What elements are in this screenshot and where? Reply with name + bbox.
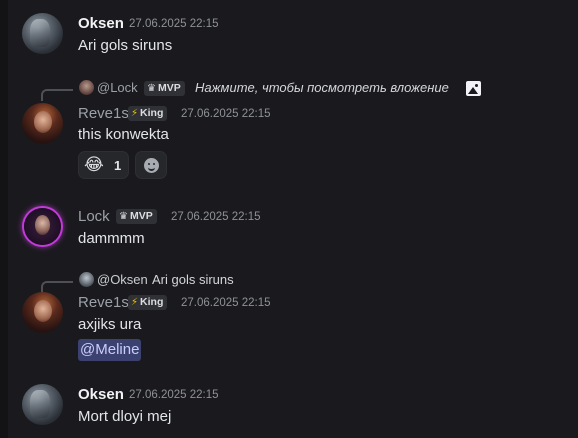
- avatar[interactable]: [24, 208, 61, 245]
- avatar[interactable]: [22, 13, 63, 54]
- image-icon[interactable]: [466, 81, 481, 96]
- lightning-icon: ⚡: [131, 297, 139, 308]
- message-text: Ari gols siruns: [78, 37, 173, 54]
- username[interactable]: Oksen: [78, 15, 124, 32]
- add-reaction-button[interactable]: [135, 151, 167, 179]
- reply-author[interactable]: @Oksen: [97, 272, 148, 287]
- reply-avatar: [79, 272, 94, 287]
- smile-icon: [144, 158, 159, 173]
- reaction-count: 1: [114, 158, 122, 173]
- avatar[interactable]: [22, 384, 63, 425]
- avatar[interactable]: [22, 103, 63, 144]
- username[interactable]: Reve1s: [78, 105, 129, 122]
- reply-connector: [41, 281, 73, 293]
- role-badge-king: ⚡ King: [128, 295, 168, 310]
- username[interactable]: Oksen: [78, 386, 124, 403]
- reaction-laughing[interactable]: 😂 1: [78, 151, 129, 179]
- message-text: dammmm: [78, 230, 145, 247]
- username[interactable]: Reve1s: [78, 294, 129, 311]
- timestamp: 27.06.2025 22:15: [129, 389, 219, 401]
- message-text: axjiks ura: [78, 316, 142, 333]
- left-edge-strip: [0, 0, 8, 438]
- crown-icon: ♛: [147, 83, 156, 94]
- role-badge-king: ⚡ King: [128, 106, 168, 121]
- timestamp: 27.06.2025 22:15: [129, 18, 219, 30]
- username[interactable]: Lock: [78, 208, 110, 225]
- role-badge-mvp: ♛ MVP: [144, 81, 185, 96]
- lightning-icon: ⚡: [131, 108, 139, 119]
- reply-author[interactable]: @Lock: [97, 80, 138, 95]
- laughing-emoji-icon: 😂: [84, 155, 104, 174]
- avatar[interactable]: [22, 292, 63, 333]
- timestamp: 27.06.2025 22:15: [181, 108, 271, 120]
- reply-preview[interactable]: Нажмите, чтобы посмотреть вложение: [195, 80, 449, 95]
- crown-icon: ♛: [119, 211, 128, 222]
- reply-avatar: [79, 80, 94, 95]
- reply-connector: [41, 89, 73, 101]
- role-badge-mvp: ♛ MVP: [116, 209, 157, 224]
- reply-preview[interactable]: Ari gols siruns: [152, 272, 234, 287]
- message-text: Mort dloyi mej: [78, 408, 172, 425]
- user-mention[interactable]: @Meline: [78, 339, 142, 361]
- timestamp: 27.06.2025 22:15: [171, 211, 261, 223]
- message-text: this konwekta: [78, 126, 169, 143]
- timestamp: 27.06.2025 22:15: [181, 297, 271, 309]
